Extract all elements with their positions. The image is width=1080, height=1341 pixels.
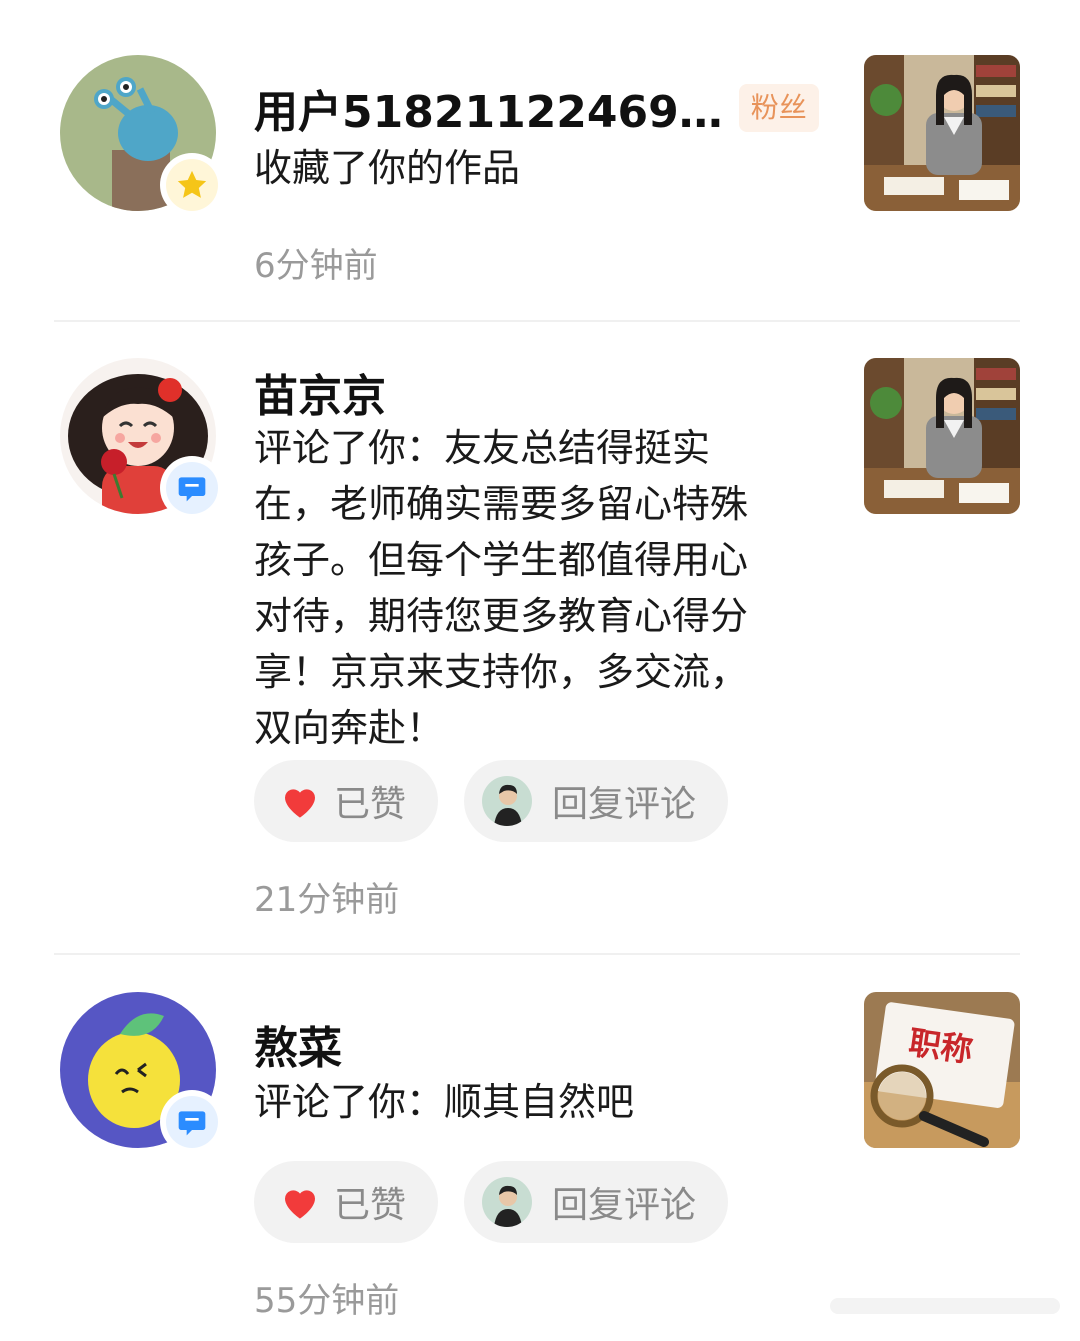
- divider: [54, 953, 1020, 955]
- post-thumbnail[interactable]: [864, 55, 1020, 211]
- comment-text: 评论了你：友友总结得挺实 在，老师确实需要多留心特殊 孩子。但每个学生都值得用心…: [254, 420, 814, 756]
- my-avatar-icon: [482, 776, 533, 826]
- comment-line: 在，老师确实需要多留心特殊: [254, 482, 749, 526]
- user-name[interactable]: 苗京京: [254, 360, 386, 424]
- user-name[interactable]: 用户51821122469…: [254, 76, 723, 140]
- user-name[interactable]: 熬菜: [254, 1012, 342, 1076]
- reply-comment-button[interactable]: 回复评论: [464, 1161, 729, 1243]
- reply-comment-button[interactable]: 回复评论: [464, 760, 729, 842]
- post-thumbnail[interactable]: [864, 358, 1020, 514]
- my-avatar: [482, 1177, 533, 1227]
- like-button[interactable]: 已赞: [254, 1161, 439, 1243]
- user-avatar[interactable]: [60, 992, 224, 1154]
- comment-line: 享！京京来支持你，多交流，: [254, 650, 749, 694]
- my-avatar-icon: [482, 1177, 533, 1227]
- reply-label: 回复评论: [552, 1185, 697, 1226]
- like-label: 已赞: [334, 1185, 407, 1226]
- post-thumbnail[interactable]: 职称: [864, 992, 1020, 1148]
- heart-icon: [285, 1190, 315, 1219]
- favorite-badge: [160, 153, 224, 217]
- timestamp: 55分钟前: [254, 1281, 400, 1321]
- comment-line: 对待，期待您更多教育心得分: [254, 594, 749, 638]
- user-avatar[interactable]: [60, 358, 224, 520]
- notification-text: 收藏了你的作品: [254, 146, 521, 190]
- fan-badge: 粉丝: [738, 84, 819, 132]
- comment-text: 评论了你：顺其自然吧: [254, 1080, 635, 1124]
- comment-line: 评论了你：友友总结得挺实: [254, 426, 711, 470]
- user-avatar[interactable]: [60, 55, 224, 217]
- teacher-at-desk-thumbnail-icon: [864, 55, 1020, 211]
- scroll-indicator: [830, 1298, 1060, 1314]
- comment-badge: [160, 456, 224, 520]
- my-avatar: [482, 776, 533, 826]
- timestamp: 6分钟前: [254, 246, 378, 286]
- comment-badge: [160, 1090, 224, 1154]
- timestamp: 21分钟前: [254, 880, 400, 920]
- teacher-at-desk-thumbnail-icon: [864, 358, 1020, 514]
- comment-line: 孩子。但每个学生都值得用心: [254, 538, 749, 582]
- star-icon: [177, 170, 207, 198]
- comment-line: 双向奔赴！: [254, 706, 445, 750]
- reply-label: 回复评论: [552, 784, 697, 825]
- like-label: 已赞: [334, 784, 407, 825]
- magnifier-title-card-thumbnail-icon: 职称: [864, 992, 1020, 1148]
- comment-icon: [178, 1111, 206, 1136]
- heart-icon: [285, 789, 315, 818]
- divider: [54, 320, 1020, 322]
- comment-icon: [178, 477, 206, 502]
- like-button[interactable]: 已赞: [254, 760, 439, 842]
